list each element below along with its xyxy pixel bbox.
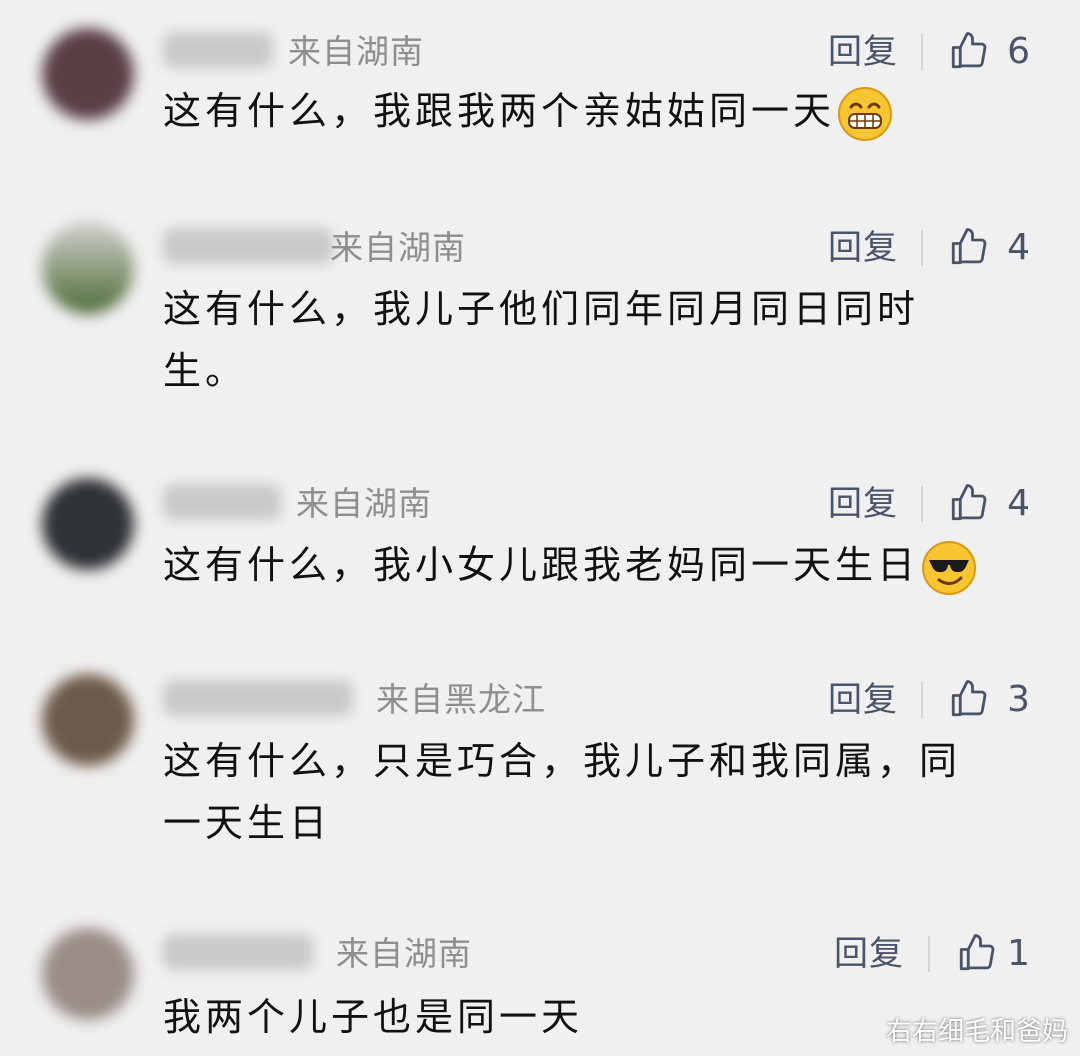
avatar[interactable] — [42, 222, 134, 314]
comment-text-line: 这有什么，我跟我两个亲姑姑同一天 — [163, 89, 836, 133]
watermark: 右右细毛和爸妈 — [885, 1017, 1068, 1047]
comment-text-line: 这有什么，只是巧合，我儿子和我同属，同 — [163, 739, 962, 783]
reply-button[interactable]: 回复 — [828, 680, 898, 720]
location-label: 来自湖南 — [288, 32, 424, 71]
reply-button[interactable]: 回复 — [828, 484, 898, 524]
divider — [921, 486, 923, 522]
thumbs-up-icon[interactable] — [956, 932, 998, 974]
thumbs-up-icon[interactable] — [948, 226, 990, 268]
divider — [921, 230, 923, 266]
reply-button[interactable]: 回复 — [828, 228, 898, 268]
avatar[interactable] — [42, 928, 134, 1020]
comment-text: 这有什么，只是巧合，我儿子和我同属，同 一天生日 — [163, 730, 1023, 854]
thumbs-up-icon[interactable] — [948, 678, 990, 720]
location-label: 来自湖南 — [336, 934, 472, 973]
username-blurred[interactable] — [163, 934, 313, 970]
grin-icon — [838, 86, 893, 141]
comment-text-line: 我两个儿子也是同一天 — [163, 995, 584, 1039]
comment-text: 这有什么，我跟我两个亲姑姑同一天 — [163, 80, 1023, 142]
comment-text-line: 这有什么，我儿子他们同年同月同日同时 — [163, 287, 920, 331]
like-count: 4 — [1007, 483, 1030, 524]
thumbs-up-icon[interactable] — [948, 30, 990, 72]
comment-text: 这有什么，我儿子他们同年同月同日同时 生。 — [163, 278, 1023, 402]
location-label: 来自湖南 — [330, 228, 466, 267]
reply-button[interactable]: 回复 — [828, 32, 898, 72]
comment-text: 这有什么，我小女儿跟我老妈同一天生日 — [163, 534, 1023, 596]
username-blurred[interactable] — [163, 32, 273, 68]
sunglasses-icon — [922, 540, 977, 595]
divider — [928, 936, 930, 972]
location-label: 来自黑龙江 — [376, 680, 546, 719]
avatar[interactable] — [42, 674, 134, 766]
divider — [921, 682, 923, 718]
reply-button[interactable]: 回复 — [834, 934, 904, 974]
username-blurred[interactable] — [163, 680, 353, 716]
like-count: 4 — [1007, 227, 1030, 268]
like-count: 1 — [1007, 933, 1030, 974]
like-count: 6 — [1007, 31, 1030, 72]
comment-text-line: 生。 — [163, 349, 248, 393]
avatar[interactable] — [42, 478, 134, 570]
username-blurred[interactable] — [163, 228, 333, 264]
avatar[interactable] — [42, 28, 134, 120]
location-label: 来自湖南 — [296, 484, 432, 523]
comment-text-line: 这有什么，我小女儿跟我老妈同一天生日 — [163, 543, 920, 587]
comment-text-line: 一天生日 — [163, 801, 332, 845]
thumbs-up-icon[interactable] — [948, 482, 990, 524]
username-blurred[interactable] — [163, 484, 281, 520]
like-count: 3 — [1007, 679, 1030, 720]
divider — [921, 34, 923, 70]
